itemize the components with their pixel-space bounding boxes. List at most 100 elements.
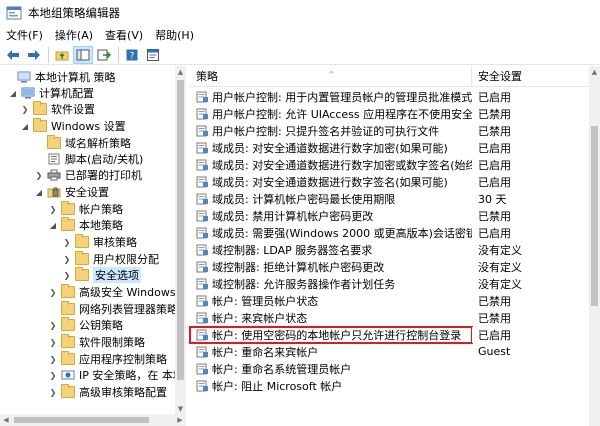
menu-help[interactable]: 帮助(H) <box>149 26 200 45</box>
table-row[interactable]: 用户帐户控制: 只提升签名并验证的可执行文件 已禁用 <box>190 122 600 139</box>
folder-icon <box>47 135 61 149</box>
table-row[interactable]: 帐户: 管理员帐户状态 已禁用 <box>190 292 600 309</box>
folder-icon <box>75 251 89 265</box>
chevron-right-icon[interactable]: ❯ <box>62 267 72 283</box>
menu-file[interactable]: 文件(F) <box>0 26 49 45</box>
tree-item-user-rights[interactable]: ❯ 用户权限分配 <box>62 251 159 267</box>
scroll-down-arrow-icon[interactable]: ▼ <box>175 403 186 414</box>
tree-item-deployed-printers[interactable]: ❯ 已部署的打印机 <box>34 167 142 183</box>
tree-item-windows-settings[interactable]: ◢ Windows 设置 <box>20 118 126 134</box>
chevron-right-icon[interactable]: ❯ <box>48 284 58 300</box>
tree-item-network-list-manager[interactable]: 网络列表管理器策略 <box>48 301 178 317</box>
forward-button[interactable] <box>24 46 44 64</box>
table-row[interactable]: 域成员: 需要强(Windows 2000 或更高版本)会话密钥 已启用 <box>190 224 600 241</box>
tree-item-local-policies[interactable]: ◢ 本地策略 <box>48 217 123 233</box>
table-row[interactable]: 域控制器: 允许服务器操作者计划任务 没有定义 <box>190 275 600 292</box>
tree-item-ip-security[interactable]: ❯ IP 安全策略，在 本地 <box>48 367 184 383</box>
column-header-policy[interactable]: ⌃ 策略 <box>190 66 472 86</box>
chevron-right-icon[interactable]: ❯ <box>48 384 58 400</box>
policy-cell: 帐户: 管理员帐户状态 <box>190 293 472 309</box>
tree-horizontal-scrollbar[interactable]: ◀ ▶ <box>0 414 186 426</box>
table-row[interactable]: 帐户: 来宾帐户状态 已禁用 <box>190 309 600 326</box>
policy-name: 域成员: 禁用计算机帐户密码更改 <box>212 209 374 223</box>
policy-cell: 帐户: 重命名来宾帐户 <box>190 344 472 360</box>
svg-text:?: ? <box>130 51 135 61</box>
scrollbar-thumb[interactable] <box>14 417 149 423</box>
chevron-right-icon[interactable]: ❯ <box>48 367 58 383</box>
menu-action[interactable]: 操作(A) <box>49 26 99 45</box>
scroll-up-arrow-icon[interactable]: ▲ <box>175 66 186 77</box>
scroll-up-arrow-icon[interactable]: ▲ <box>589 66 600 77</box>
table-row[interactable]: 域成员: 对安全通道数据进行数字加密(如果可能) 已启用 <box>190 139 600 156</box>
chevron-right-icon[interactable]: ❯ <box>62 234 72 250</box>
table-row[interactable]: 域成员: 禁用计算机帐户密码更改 已禁用 <box>190 207 600 224</box>
back-button[interactable] <box>3 46 23 64</box>
scrollbar-thumb[interactable] <box>591 126 598 306</box>
tree-item-security-options[interactable]: ❯ 安全选项 <box>62 267 141 283</box>
tree-item-scripts[interactable]: 脚本(启动/关机) <box>34 151 143 167</box>
properties-button[interactable] <box>143 46 163 64</box>
table-row[interactable]: 用户帐户控制: 允许 UIAccess 应用程序在不使用安全桌面... 已禁用 <box>190 105 600 122</box>
table-row[interactable]: 域控制器: LDAP 服务器签名要求 没有定义 <box>190 241 600 258</box>
chevron-right-icon[interactable]: ❯ <box>62 251 72 267</box>
chevron-right-icon[interactable]: ❯ <box>48 334 58 350</box>
policy-cell: 用户帐户控制: 用于内置管理员帐户的管理员批准模式 <box>190 89 472 105</box>
tree-item-local-computer-policy[interactable]: 本地计算机 策略 <box>4 69 116 85</box>
tree-item-label: 帐户策略 <box>79 203 123 216</box>
chevron-right-icon[interactable]: ❯ <box>20 101 30 117</box>
computer-icon <box>21 87 35 99</box>
tree-item-label: 计算机配置 <box>39 87 94 100</box>
table-row[interactable]: 帐户: 阻止 Microsoft 帐户 <box>190 377 600 394</box>
menu-view[interactable]: 查看(V) <box>99 26 149 45</box>
export-list-button[interactable] <box>94 46 114 64</box>
tree-item-label: 软件限制策略 <box>79 336 145 349</box>
tree-vertical-scrollbar[interactable]: ▲ ▼ <box>175 66 186 414</box>
chevron-right-icon[interactable]: ❯ <box>48 317 58 333</box>
table-row[interactable]: 域成员: 计算机帐户密码最长使用期限 30 天 <box>190 190 600 207</box>
table-row[interactable]: 帐户: 使用空密码的本地帐户只允许进行控制台登录 已启用 <box>189 325 600 344</box>
tree-item-windows-firewall[interactable]: ❯ 高级安全 Windows D <box>48 284 185 300</box>
expander[interactable] <box>4 69 14 85</box>
chevron-right-icon[interactable]: ❯ <box>48 351 58 367</box>
policy-setting-icon <box>196 142 208 153</box>
scroll-left-arrow-icon[interactable]: ◀ <box>0 416 12 424</box>
chevron-down-icon[interactable]: ◢ <box>20 118 30 134</box>
tree-item-public-key-policies[interactable]: ❯ 公钥策略 <box>48 317 123 333</box>
up-folder-button[interactable] <box>52 46 72 64</box>
tree-item-computer-config[interactable]: ◢ 计算机配置 <box>8 85 94 101</box>
security-setting-value: 已禁用 <box>478 107 511 121</box>
table-row[interactable]: 用户帐户控制: 用于内置管理员帐户的管理员批准模式 已启用 <box>190 88 600 105</box>
tree-item-software-settings[interactable]: ❯ 软件设置 <box>20 101 95 117</box>
column-header-setting[interactable]: 安全设置 <box>472 66 600 86</box>
policy-list-pane[interactable]: ⌃ 策略 安全设置 用户帐户控制: 用于内置管理员帐户的管理员批准模式 已启用 用户… <box>189 66 600 426</box>
help-button[interactable]: ? <box>122 46 142 64</box>
tree-item-label: 安全选项 <box>93 267 141 283</box>
table-row[interactable]: 帐户: 重命名来宾帐户 Guest <box>190 343 600 360</box>
table-row[interactable]: 帐户: 重命名系统管理员帐户 <box>190 360 600 377</box>
tree-pane[interactable]: 本地计算机 策略 ◢ 计算机配置 ❯ 软件设置 ◢ Windows 设置 域名解… <box>0 66 186 414</box>
toolbar: ? <box>0 45 600 65</box>
tree-item-label: 软件设置 <box>51 103 95 116</box>
scroll-right-arrow-icon[interactable]: ▶ <box>174 416 186 424</box>
chevron-right-icon[interactable]: ❯ <box>48 201 58 217</box>
policy-cell: 域成员: 对安全通道数据进行数字加密或数字签名(始终) <box>190 157 472 173</box>
chevron-down-icon[interactable]: ◢ <box>8 85 18 101</box>
tree-item-security-settings[interactable]: ◢ 安全设置 <box>34 184 109 200</box>
list-vertical-scrollbar[interactable]: ▲ <box>589 66 600 426</box>
chevron-down-icon[interactable]: ◢ <box>34 184 44 200</box>
show-tree-button[interactable] <box>73 45 93 64</box>
tree-item-name-resolution-policy[interactable]: 域名解析策略 <box>34 135 131 151</box>
table-row[interactable]: 域成员: 对安全通道数据进行数字加密或数字签名(始终) 已启用 <box>190 156 600 173</box>
tree-item-software-restriction[interactable]: ❯ 软件限制策略 <box>48 334 145 350</box>
table-row[interactable]: 域控制器: 拒绝计算机帐户密码更改 没有定义 <box>190 258 600 275</box>
tree-item-audit-policy[interactable]: ❯ 审核策略 <box>62 234 137 250</box>
policy-name: 域控制器: 允许服务器操作者计划任务 <box>212 277 396 291</box>
tree-item-account-policies[interactable]: ❯ 帐户策略 <box>48 201 123 217</box>
chevron-down-icon[interactable]: ◢ <box>48 217 58 233</box>
tree-item-app-control[interactable]: ❯ 应用程序控制策略 <box>48 351 167 367</box>
folder-icon <box>61 201 75 215</box>
tree-item-advanced-audit[interactable]: ❯ 高级审核策略配置 <box>48 384 167 400</box>
scrollbar-thumb[interactable] <box>177 80 184 380</box>
table-row[interactable]: 域成员: 对安全通道数据进行数字签名(如果可能) 已启用 <box>190 173 600 190</box>
chevron-right-icon[interactable]: ❯ <box>34 167 44 183</box>
